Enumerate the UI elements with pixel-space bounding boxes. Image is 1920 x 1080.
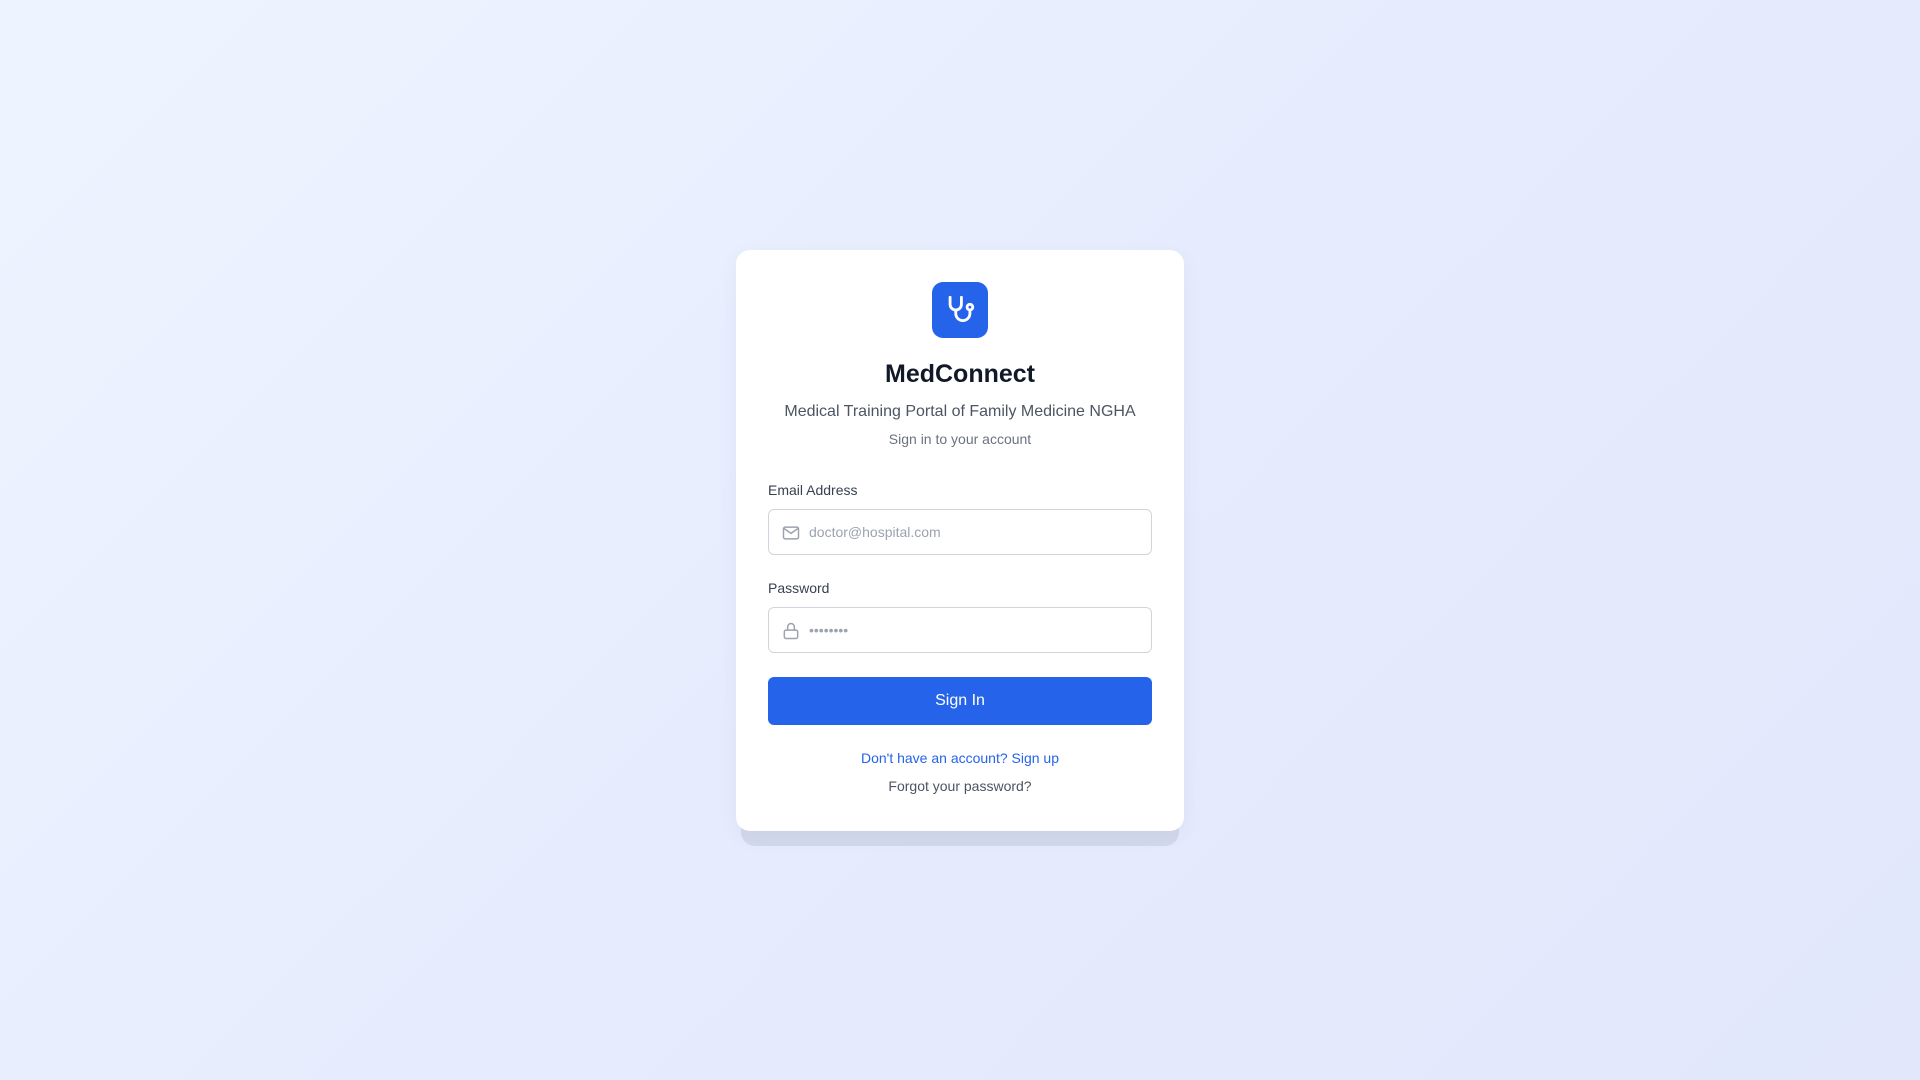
signin-tagline: Sign in to your account <box>888 431 1032 447</box>
email-field-wrapper <box>768 509 1152 555</box>
password-input[interactable] <box>809 608 1139 652</box>
login-card: MedConnect Medical Training Portal of Fa… <box>736 250 1184 831</box>
app-logo <box>932 282 988 338</box>
login-card-container: MedConnect Medical Training Portal of Fa… <box>736 250 1184 846</box>
lock-icon <box>783 622 799 640</box>
mail-icon <box>782 526 800 540</box>
stethoscope-icon <box>948 295 975 322</box>
sign-up-link[interactable]: Don't have an account? Sign up <box>736 750 1184 766</box>
email-input[interactable] <box>809 510 1139 554</box>
forgot-password-link[interactable]: Forgot your password? <box>736 778 1184 794</box>
sign-in-button[interactable]: Sign In <box>768 677 1152 725</box>
password-label: Password <box>768 580 830 596</box>
password-field-wrapper <box>768 607 1152 653</box>
email-label: Email Address <box>768 482 858 498</box>
app-subtitle: Medical Training Portal of Family Medici… <box>784 403 1136 420</box>
app-title: MedConnect <box>885 360 1035 388</box>
